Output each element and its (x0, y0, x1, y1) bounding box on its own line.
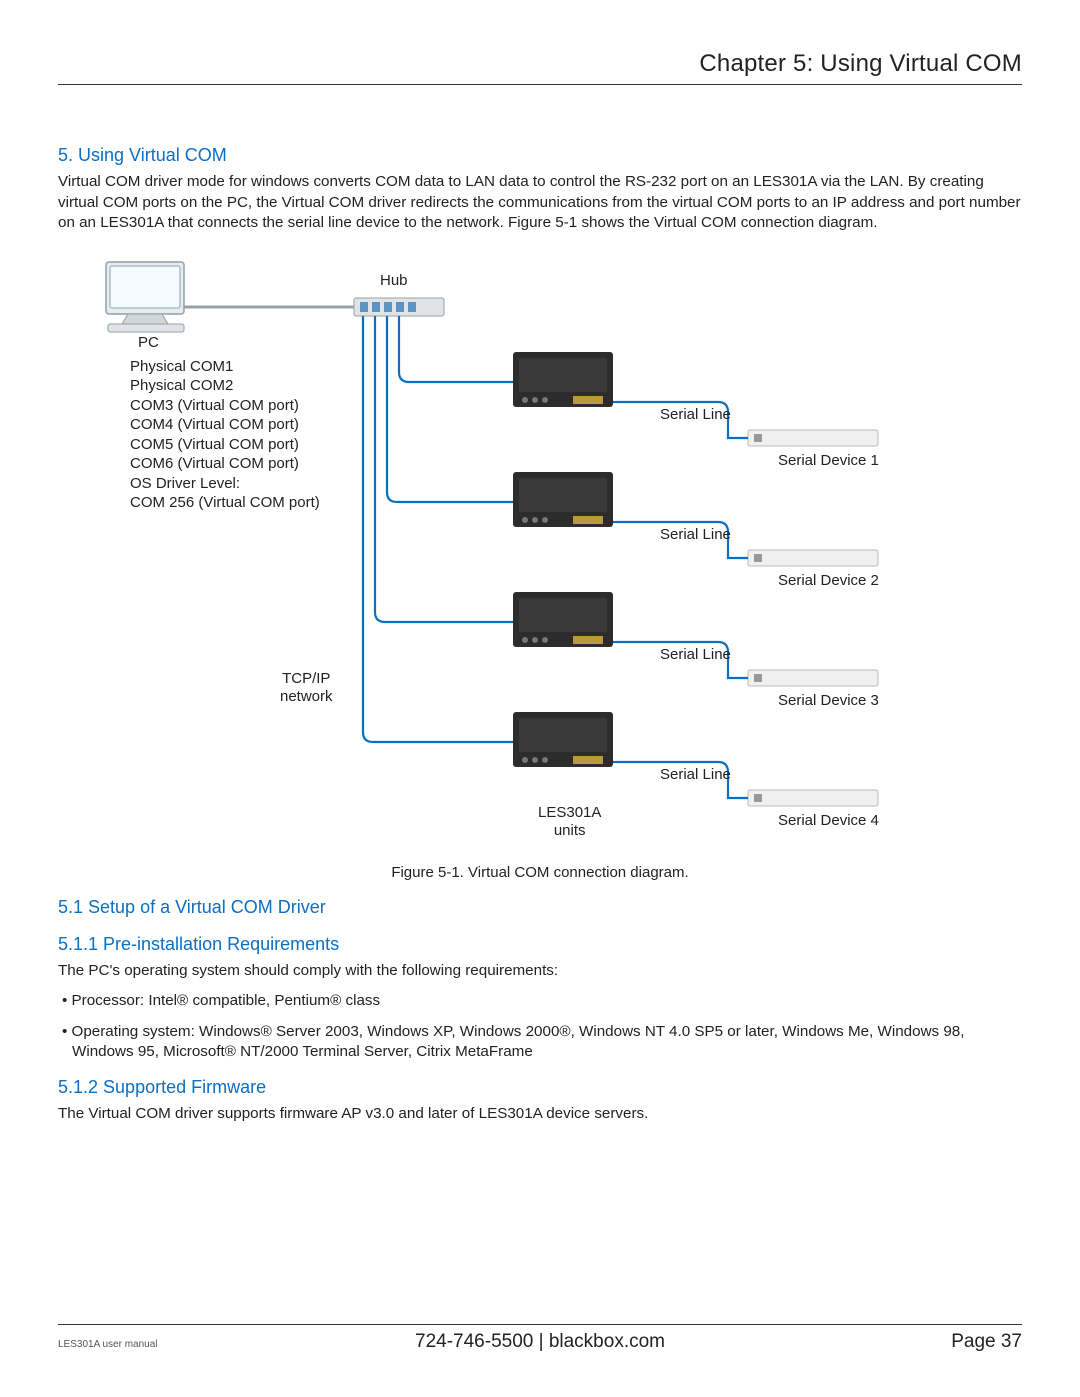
serial-device-label: Serial Device 4 (778, 812, 879, 830)
section-5-body: Virtual COM driver mode for windows conv… (58, 172, 1022, 234)
section-5-1-1-title: 5.1.1 Pre-installation Requirements (58, 934, 1022, 955)
section-5-title: 5. Using Virtual COM (58, 145, 1022, 166)
requirements-list: Processor: Intel® compatible, Pentium® c… (58, 991, 1022, 1063)
com-list-item: COM5 (Virtual COM port) (130, 435, 320, 455)
serial-device-label: Serial Device 1 (778, 452, 879, 470)
les-units-label: LES301A units (538, 804, 601, 840)
page-footer: LES301A user manual 724-746-5500 | black… (58, 1324, 1022, 1353)
requirement-item: Operating system: Windows® Server 2003, … (58, 1022, 1022, 1063)
serial-line-label: Serial Line (660, 646, 731, 664)
footer-contact: 724-746-5500 | blackbox.com (415, 1331, 665, 1353)
com-list-item: COM6 (Virtual COM port) (130, 454, 320, 474)
serial-line-label: Serial Line (660, 526, 731, 544)
serial-device-label: Serial Device 2 (778, 572, 879, 590)
serial-device-label: Serial Device 3 (778, 692, 879, 710)
section-5-1-1-intro: The PC's operating system should comply … (58, 961, 1022, 982)
footer-page-number: Page 37 (951, 1331, 1022, 1353)
section-5-1-2-body: The Virtual COM driver supports firmware… (58, 1104, 1022, 1125)
com-list-item: Physical COM1 (130, 357, 320, 377)
tcpip-label: TCP/IP network (280, 670, 333, 706)
chapter-header: Chapter 5: Using Virtual COM (58, 50, 1022, 85)
requirement-item: Processor: Intel® compatible, Pentium® c… (58, 991, 1022, 1012)
virtual-com-diagram: Hub PC Physical COM1 Physical COM2 COM3 … (58, 252, 1022, 842)
com-port-list: Physical COM1 Physical COM2 COM3 (Virtua… (130, 357, 320, 513)
hub-label: Hub (380, 272, 408, 290)
section-5-1-2-title: 5.1.2 Supported Firmware (58, 1077, 1022, 1098)
serial-line-label: Serial Line (660, 406, 731, 424)
com-list-item: COM3 (Virtual COM port) (130, 396, 320, 416)
com-list-item: OS Driver Level: (130, 474, 320, 494)
com-list-item: COM4 (Virtual COM port) (130, 415, 320, 435)
serial-line-label: Serial Line (660, 766, 731, 784)
section-5-1-title: 5.1 Setup of a Virtual COM Driver (58, 897, 1022, 918)
figure-caption: Figure 5-1. Virtual COM connection diagr… (58, 864, 1022, 881)
footer-manual-label: LES301A user manual (58, 1339, 158, 1350)
com-list-item: COM 256 (Virtual COM port) (130, 493, 320, 513)
pc-label: PC (138, 334, 159, 352)
com-list-item: Physical COM2 (130, 376, 320, 396)
